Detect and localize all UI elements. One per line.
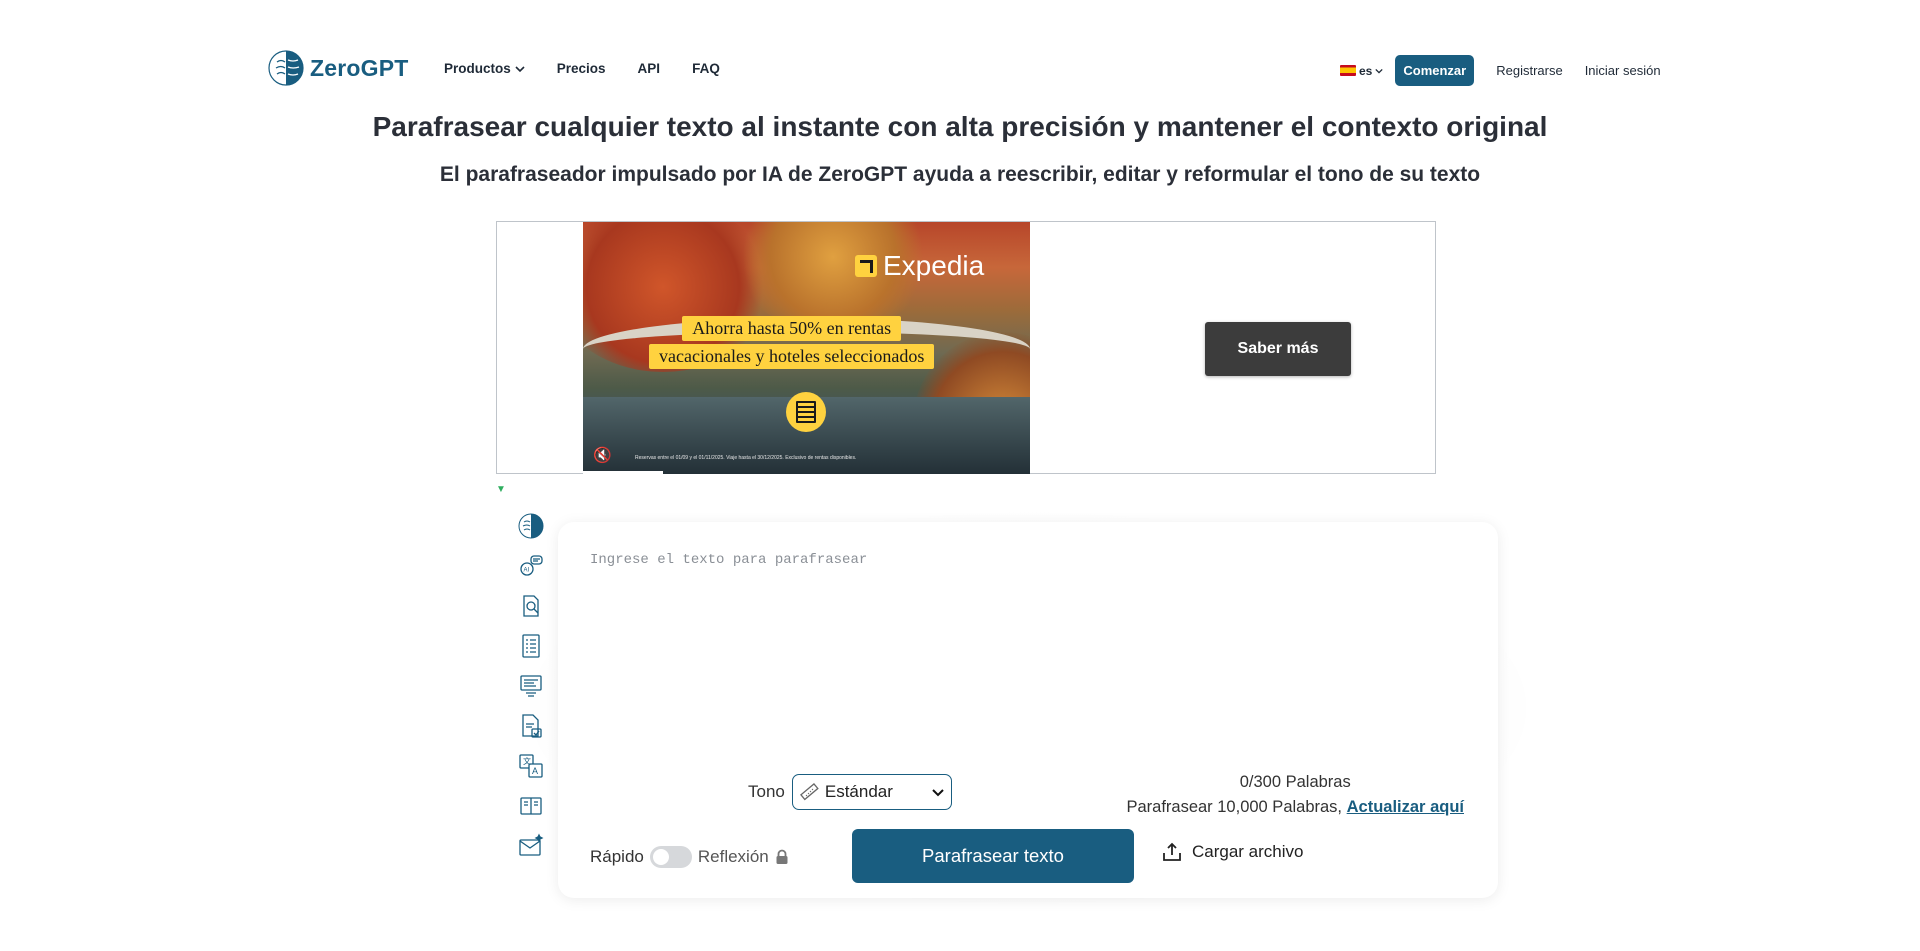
ad-promo-line2: vacacionales y hoteles seleccionados (649, 344, 935, 369)
mode-reflection-label: Reflexión (697, 847, 769, 866)
page-subtitle: El parafraseador impulsado por IA de Zer… (439, 163, 1481, 186)
chevron-down-icon (515, 65, 525, 72)
login-link[interactable]: Iniciar sesión (1585, 63, 1661, 78)
nav-faq-label: FAQ (692, 61, 720, 76)
spain-flag-icon (1340, 65, 1356, 76)
ad-video[interactable]: Expedia Ahorra hasta 50% en rentas vacac… (583, 222, 1030, 474)
chevron-down-icon (932, 789, 944, 797)
nav-productos[interactable]: Productos (444, 61, 525, 76)
tools-sidebar: AI 文A (517, 512, 547, 872)
mode-toggle[interactable] (649, 846, 692, 868)
translate-icon[interactable]: 文A (517, 752, 545, 780)
checklist-icon[interactable] (517, 632, 545, 660)
right-nav: es Comenzar Registrarse Iniciar sesión (1340, 55, 1683, 86)
brain-icon[interactable] (517, 512, 545, 540)
upgrade-text: Parafrasear 10,000 Palabras, (1126, 798, 1343, 816)
svg-text:A: A (532, 766, 538, 776)
logo-text: ZeroGPT (310, 54, 409, 81)
nav-faq[interactable]: FAQ (692, 61, 720, 76)
document-search-icon[interactable] (517, 592, 545, 620)
ruler-icon (799, 783, 819, 801)
paraphraser-panel: Tono Estándar 0/300 Palabras Parafrasear… (558, 522, 1498, 898)
tone-select[interactable]: Estándar (791, 774, 952, 810)
nav-precios-label: Precios (556, 61, 606, 76)
ad-cta-button[interactable]: Saber más (1205, 322, 1351, 376)
brain-logo-icon (268, 50, 304, 86)
ad-promo: Ahorra hasta 50% en rentas vacacionales … (649, 316, 935, 369)
nav-productos-label: Productos (444, 61, 511, 76)
mode-toggle-group: Rápido Reflexión (590, 846, 789, 868)
paraphrase-button[interactable]: Parafrasear texto (852, 829, 1134, 883)
ad-brand: Expedia (855, 250, 984, 282)
logo[interactable]: ZeroGPT (268, 50, 409, 86)
language-code: es (1359, 63, 1373, 78)
input-textarea[interactable] (590, 552, 1460, 752)
lock-icon (776, 849, 788, 864)
svg-text:AI: AI (524, 568, 530, 574)
nav-api[interactable]: API (638, 61, 661, 76)
upload-file-button[interactable]: Cargar archivo (1162, 842, 1304, 862)
upload-icon (1163, 842, 1181, 861)
ad-fine-print: Reservas entre el 01/09 y el 01/11/2025.… (635, 455, 857, 461)
upgrade-link[interactable]: Actualizar aquí (1347, 798, 1464, 816)
tone-control: Tono Estándar (748, 774, 952, 810)
mute-icon[interactable]: 🔇 (593, 446, 612, 464)
adchoices-icon[interactable]: ▼ (496, 484, 508, 496)
video-progress-bar (583, 471, 663, 474)
chevron-down-icon (1375, 68, 1384, 74)
nav-api-label: API (637, 61, 661, 76)
tone-label: Tono (748, 782, 785, 801)
main-nav: Productos Precios API FAQ (444, 61, 752, 76)
advertisement[interactable]: Expedia Ahorra hasta 50% en rentas vacac… (496, 221, 1436, 474)
upload-label: Cargar archivo (1192, 842, 1304, 861)
language-selector[interactable]: es (1340, 63, 1384, 78)
tone-value: Estándar (824, 782, 893, 801)
document-check-icon[interactable] (517, 712, 545, 740)
word-counter: 0/300 Palabras Parafrasear 10,000 Palabr… (1126, 770, 1464, 820)
start-button[interactable]: Comenzar (1395, 55, 1475, 86)
svg-text:文: 文 (523, 756, 531, 766)
book-icon[interactable] (517, 792, 545, 820)
mode-fast-label: Rápido (590, 847, 644, 866)
word-count: 0/300 Palabras (1239, 773, 1351, 791)
ad-promo-line1: Ahorra hasta 50% en rentas (682, 316, 902, 341)
ai-chat-icon[interactable]: AI (517, 552, 545, 580)
building-icon (786, 392, 826, 432)
register-link[interactable]: Registrarse (1496, 63, 1562, 78)
page-title: Parafrasear cualquier texto al instante … (372, 111, 1548, 142)
email-icon[interactable] (517, 832, 545, 860)
ad-brand-name: Expedia (883, 250, 985, 281)
summarizer-icon[interactable] (517, 672, 545, 700)
nav-precios[interactable]: Precios (557, 61, 606, 76)
expedia-logo-icon (855, 255, 877, 277)
